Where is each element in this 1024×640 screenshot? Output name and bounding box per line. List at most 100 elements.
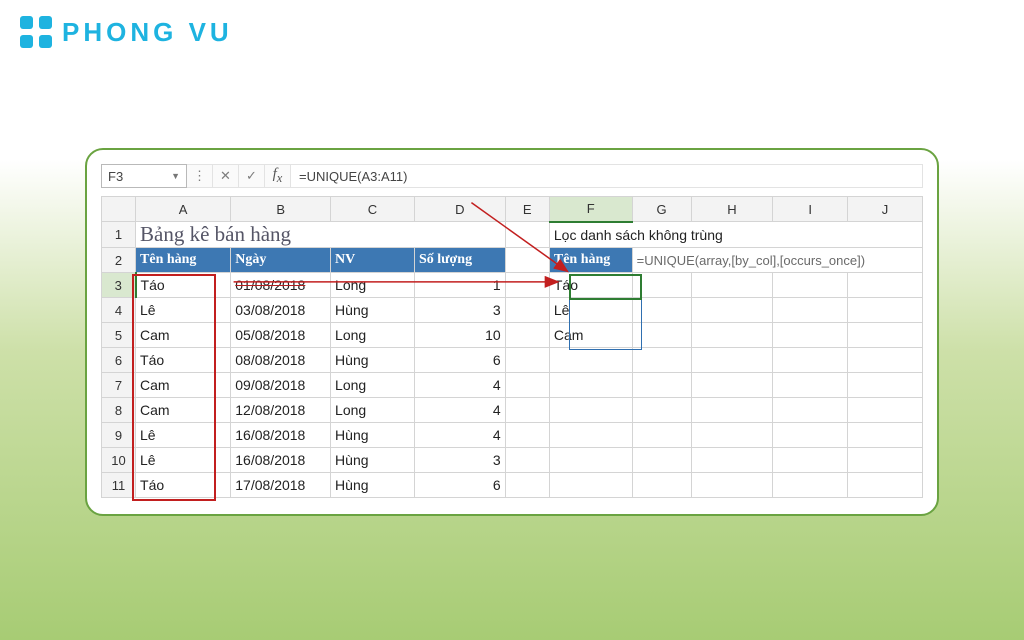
row-header-5[interactable]: 5: [102, 323, 136, 348]
cell[interactable]: [773, 473, 848, 498]
spreadsheet-grid[interactable]: ABCDEFGHIJ 1Bảng kê bán hàngLọc danh sác…: [101, 196, 923, 498]
row-header-10[interactable]: 10: [102, 448, 136, 473]
unique-result-2[interactable]: Cam: [549, 323, 632, 348]
row-header-11[interactable]: 11: [102, 473, 136, 498]
cell[interactable]: [505, 398, 549, 423]
cell[interactable]: [505, 448, 549, 473]
col-header-J[interactable]: J: [848, 197, 923, 222]
cell[interactable]: [691, 323, 773, 348]
row-header-9[interactable]: 9: [102, 423, 136, 448]
cell-b6[interactable]: 08/08/2018: [231, 348, 331, 373]
cell[interactable]: [848, 348, 923, 373]
cell-d8[interactable]: 4: [414, 398, 505, 423]
enter-formula-button[interactable]: ✓: [239, 164, 265, 188]
cell[interactable]: [632, 448, 691, 473]
cell[interactable]: [549, 448, 632, 473]
cell-b10[interactable]: 16/08/2018: [231, 448, 331, 473]
cell-a7[interactable]: Cam: [136, 373, 231, 398]
cell-a5[interactable]: Cam: [136, 323, 231, 348]
unique-result-0[interactable]: Táo: [549, 273, 632, 298]
right-title[interactable]: Lọc danh sách không trùng: [549, 222, 922, 248]
cell[interactable]: [773, 323, 848, 348]
cell[interactable]: [549, 348, 632, 373]
cell[interactable]: [632, 473, 691, 498]
cell-c11[interactable]: Hùng: [331, 473, 415, 498]
cell-d9[interactable]: 4: [414, 423, 505, 448]
cell-d4[interactable]: 3: [414, 298, 505, 323]
cell-c8[interactable]: Long: [331, 398, 415, 423]
col-header-C[interactable]: C: [331, 197, 415, 222]
cell-c7[interactable]: Long: [331, 373, 415, 398]
row-header-6[interactable]: 6: [102, 348, 136, 373]
cell-b5[interactable]: 05/08/2018: [231, 323, 331, 348]
name-box[interactable]: F3 ▼: [101, 164, 187, 188]
cell-a9[interactable]: Lê: [136, 423, 231, 448]
fx-label[interactable]: fx: [265, 164, 291, 188]
select-all-corner[interactable]: [102, 197, 136, 222]
cell-d6[interactable]: 6: [414, 348, 505, 373]
cell[interactable]: [848, 423, 923, 448]
cell-c5[interactable]: Long: [331, 323, 415, 348]
cell[interactable]: [848, 273, 923, 298]
cell-b4[interactable]: 03/08/2018: [231, 298, 331, 323]
cell[interactable]: [632, 348, 691, 373]
hdr-so-luong[interactable]: Số lượng: [414, 248, 505, 273]
cell[interactable]: [848, 298, 923, 323]
cell-a6[interactable]: Táo: [136, 348, 231, 373]
cell-a8[interactable]: Cam: [136, 398, 231, 423]
cell-d5[interactable]: 10: [414, 323, 505, 348]
cell[interactable]: [505, 473, 549, 498]
cell[interactable]: [505, 248, 549, 273]
cell-a4[interactable]: Lê: [136, 298, 231, 323]
cell[interactable]: [632, 298, 691, 323]
cell[interactable]: [632, 273, 691, 298]
col-header-G[interactable]: G: [632, 197, 691, 222]
chevron-down-icon[interactable]: ▼: [171, 171, 180, 181]
col-header-F[interactable]: F: [549, 197, 632, 222]
cell[interactable]: [691, 423, 773, 448]
cell-c4[interactable]: Hùng: [331, 298, 415, 323]
cancel-formula-button[interactable]: ✕: [213, 164, 239, 188]
cell[interactable]: [505, 222, 549, 248]
cell[interactable]: [505, 373, 549, 398]
cell-a11[interactable]: Táo: [136, 473, 231, 498]
hdr-ten-hang[interactable]: Tên hàng: [136, 248, 231, 273]
cell[interactable]: [632, 373, 691, 398]
cell[interactable]: [691, 273, 773, 298]
cell[interactable]: [773, 273, 848, 298]
row-header-4[interactable]: 4: [102, 298, 136, 323]
col-header-A[interactable]: A: [136, 197, 231, 222]
cell-b11[interactable]: 17/08/2018: [231, 473, 331, 498]
unique-result-1[interactable]: Lê: [549, 298, 632, 323]
cell[interactable]: [632, 398, 691, 423]
cell[interactable]: [691, 373, 773, 398]
cell[interactable]: [505, 423, 549, 448]
cell[interactable]: [848, 323, 923, 348]
sheet-title[interactable]: Bảng kê bán hàng: [136, 222, 506, 248]
cell[interactable]: [632, 323, 691, 348]
cell[interactable]: [773, 448, 848, 473]
cell[interactable]: [773, 373, 848, 398]
cell[interactable]: [549, 473, 632, 498]
col-header-D[interactable]: D: [414, 197, 505, 222]
col-header-H[interactable]: H: [691, 197, 773, 222]
cell-d11[interactable]: 6: [414, 473, 505, 498]
cell-b7[interactable]: 09/08/2018: [231, 373, 331, 398]
cell-c10[interactable]: Hùng: [331, 448, 415, 473]
hdr-ngay[interactable]: Ngày: [231, 248, 331, 273]
cell-c3[interactable]: Long: [331, 273, 415, 298]
cell-c9[interactable]: Hùng: [331, 423, 415, 448]
cell-d3[interactable]: 1: [414, 273, 505, 298]
cell[interactable]: [505, 273, 549, 298]
cell[interactable]: [773, 298, 848, 323]
cell-d7[interactable]: 4: [414, 373, 505, 398]
cell[interactable]: [691, 448, 773, 473]
cell[interactable]: [773, 423, 848, 448]
cell[interactable]: [505, 348, 549, 373]
cell[interactable]: [773, 348, 848, 373]
cell[interactable]: [848, 373, 923, 398]
cell-b8[interactable]: 12/08/2018: [231, 398, 331, 423]
cell[interactable]: [848, 398, 923, 423]
cell-d10[interactable]: 3: [414, 448, 505, 473]
cell[interactable]: [549, 423, 632, 448]
